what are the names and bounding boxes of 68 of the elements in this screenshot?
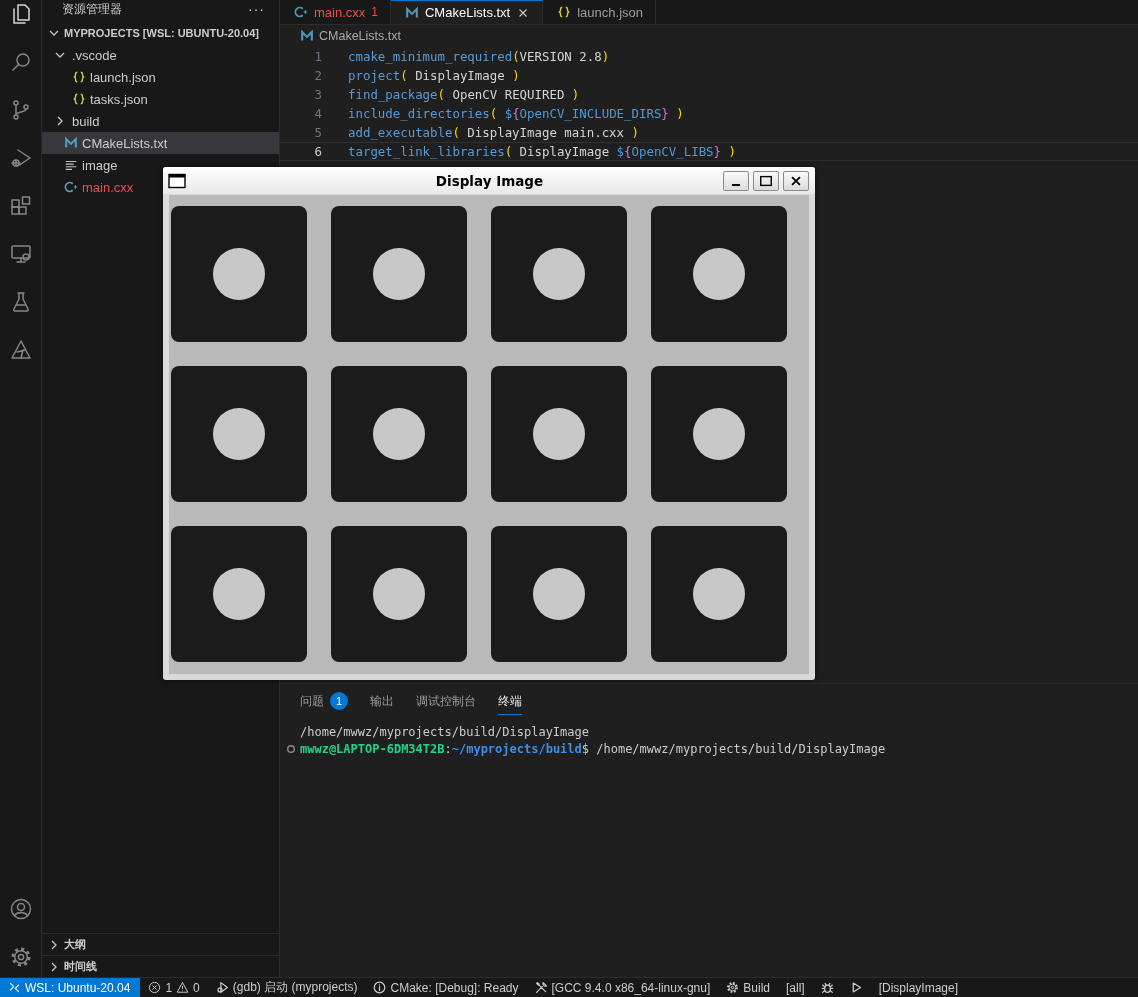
code-line: target_link_libraries( DisplayImage ${OpenCV_LIBS} ) xyxy=(348,144,736,159)
extensions-icon[interactable] xyxy=(8,194,33,218)
editor-tab[interactable]: main.cxx 1 xyxy=(280,0,391,24)
code-line: project( DisplayImage ) xyxy=(348,68,520,83)
minimize-icon xyxy=(732,183,740,186)
play-bug-icon[interactable] xyxy=(8,146,33,170)
code-line: include_directories( ${OpenCV_INCLUDE_DIRS} ) xyxy=(348,106,684,121)
editor-tab[interactable]: CMakeLists.txt xyxy=(391,0,544,24)
line-number: 1 xyxy=(313,49,322,64)
problems-indicator[interactable]: 1 0 xyxy=(140,978,208,997)
remote-indicator[interactable]: WSL: Ubuntu-20.04 xyxy=(0,978,141,997)
minimize-button[interactable] xyxy=(723,170,749,191)
panel-tab[interactable]: 终端 xyxy=(498,692,522,715)
maximize-icon xyxy=(759,173,773,188)
tree-item[interactable]: CMakeLists.txt xyxy=(42,132,279,154)
monitor-icon[interactable] xyxy=(8,242,33,266)
status-item[interactable]: [DisplayImage] xyxy=(870,978,967,997)
terminal-line: /home/mwwz/myprojects/build/DisplayImage xyxy=(300,724,589,739)
cmake-file-icon xyxy=(405,5,419,20)
line-number: 2 xyxy=(313,68,322,83)
warning-icon xyxy=(176,981,190,994)
status-item[interactable]: (gdb) 启动 (myprojects) xyxy=(207,978,366,997)
lines-icon xyxy=(64,158,78,172)
status-item[interactable]: [all] xyxy=(778,978,813,997)
window-title: Display Image xyxy=(434,172,545,189)
error-icon xyxy=(148,981,162,994)
line-number: 4 xyxy=(313,106,322,121)
status-item[interactable]: CMake: [Debug]: Ready xyxy=(365,978,527,997)
code-line: find_package( OpenCV REQUIRED ) xyxy=(348,87,580,102)
window-menu-icon[interactable] xyxy=(168,172,186,189)
breadcrumb[interactable]: CMakeLists.txt xyxy=(280,25,1138,47)
status-item[interactable]: Build xyxy=(718,978,778,997)
project-folder[interactable]: MYPROJECTS [WSL: UBUNTU-20.04] xyxy=(42,22,279,44)
line-number: 3 xyxy=(313,87,322,102)
tree-item[interactable]: .vscode xyxy=(42,44,279,66)
braces-icon xyxy=(557,5,572,19)
panel-tab[interactable]: 调试控制台 xyxy=(416,692,476,715)
tools-icon xyxy=(534,981,548,994)
braces-icon xyxy=(72,70,86,84)
run-gear-icon xyxy=(215,981,229,994)
line-number: 5 xyxy=(313,125,322,140)
account-icon[interactable] xyxy=(8,897,33,921)
panel-tab[interactable]: 输出 xyxy=(370,692,394,715)
more-actions[interactable]: ··· xyxy=(248,1,265,17)
close-button[interactable] xyxy=(783,170,809,191)
bug-icon[interactable] xyxy=(820,981,834,994)
gear-icon xyxy=(726,981,740,994)
maximize-button[interactable] xyxy=(753,170,779,191)
tree-item[interactable]: launch.json xyxy=(42,66,279,88)
code-line: add_executable( DisplayImage main.cxx ) xyxy=(348,125,639,140)
prompt-circle-icon xyxy=(286,743,296,754)
explorer-title: 资源管理器 xyxy=(62,0,122,18)
cmake-file-icon xyxy=(64,136,78,150)
tree-item[interactable]: build xyxy=(42,110,279,132)
terminal-line: mwwz@LAPTOP-6DM34T2B:~/myprojects/build$ /home/mwwz/myprojects/build/DisplayImage xyxy=(300,741,886,756)
editor-tab[interactable]: launch.json xyxy=(543,0,656,24)
cpp-file-icon xyxy=(64,180,78,194)
tree-item[interactable]: tasks.json xyxy=(42,88,279,110)
braces-icon xyxy=(72,92,86,106)
cmake-file-icon xyxy=(300,29,314,43)
cpp-file-icon xyxy=(294,5,308,19)
section-header[interactable]: 大纲 xyxy=(42,933,279,955)
remote-icon xyxy=(8,981,21,994)
code-line: cmake_minimum_required(VERSION 2.8) xyxy=(348,49,610,64)
panel-tab[interactable]: 问题 1 xyxy=(300,692,348,715)
info-icon xyxy=(373,981,387,994)
status-item[interactable]: [GCC 9.4.0 x86_64-linux-gnu] xyxy=(526,978,719,997)
line-number: 6 xyxy=(313,144,322,159)
